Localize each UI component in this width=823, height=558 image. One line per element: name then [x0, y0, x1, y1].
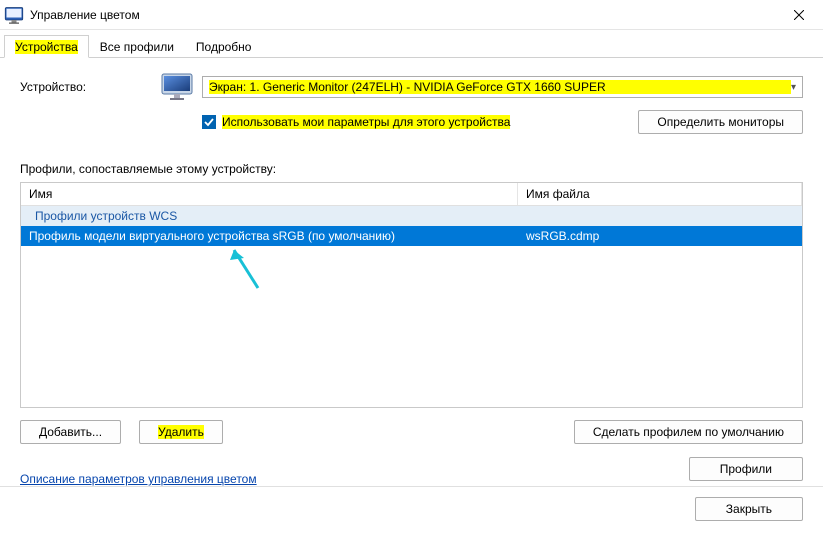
profile-file-cell: wsRGB.cdmp — [518, 226, 802, 246]
tab-all-profiles[interactable]: Все профили — [89, 35, 185, 58]
close-dialog-button[interactable]: Закрыть — [695, 497, 803, 521]
check-icon — [204, 117, 214, 127]
table-header: Имя Имя файла — [21, 183, 802, 206]
profiles-table: Имя Имя файла Профили устройств WCS Проф… — [20, 182, 803, 408]
titlebar: Управление цветом — [0, 0, 823, 30]
use-my-settings-checkbox[interactable] — [202, 115, 216, 129]
profiles-section-label: Профили, сопоставляемые этому устройству… — [20, 162, 803, 176]
content-area: Устройство: Экран: 1. Generic Monitor (2… — [0, 58, 823, 452]
table-actions-row: Добавить... Удалить Сделать профилем по … — [20, 420, 803, 444]
close-button[interactable] — [779, 0, 819, 30]
monitor-icon — [160, 72, 196, 102]
add-button[interactable]: Добавить... — [20, 420, 121, 444]
set-default-button[interactable]: Сделать профилем по умолчанию — [574, 420, 803, 444]
tab-details[interactable]: Подробно — [185, 35, 263, 58]
app-icon — [4, 5, 24, 25]
column-header-name[interactable]: Имя — [21, 183, 518, 205]
profiles-button[interactable]: Профили — [689, 457, 803, 481]
footer: Закрыть — [0, 486, 823, 531]
profile-name-cell: Профиль модели виртуального устройства s… — [21, 226, 518, 246]
settings-row: Использовать мои параметры для этого уст… — [20, 110, 803, 134]
use-my-settings-row: Использовать мои параметры для этого уст… — [202, 115, 510, 129]
description-link[interactable]: Описание параметров управления цветом — [20, 472, 257, 486]
use-my-settings-label: Использовать мои параметры для этого уст… — [222, 115, 510, 129]
table-row[interactable]: Профиль модели виртуального устройства s… — [21, 226, 802, 246]
chevron-down-icon: ▾ — [791, 82, 796, 93]
identify-monitors-button[interactable]: Определить мониторы — [638, 110, 803, 134]
tab-bar: Устройства Все профили Подробно — [0, 34, 823, 58]
device-label: Устройство: — [20, 80, 160, 94]
delete-button[interactable]: Удалить — [139, 420, 223, 444]
close-icon — [794, 10, 804, 20]
profile-group-header[interactable]: Профили устройств WCS — [21, 206, 802, 226]
window-title: Управление цветом — [30, 8, 779, 22]
tab-devices[interactable]: Устройства — [4, 35, 89, 58]
device-selected-text: Экран: 1. Generic Monitor (247ELH) - NVI… — [209, 80, 791, 94]
column-header-file[interactable]: Имя файла — [518, 183, 802, 205]
device-row: Устройство: Экран: 1. Generic Monitor (2… — [20, 72, 803, 102]
bottom-section: Описание параметров управления цветом Пр… — [0, 452, 823, 486]
device-dropdown[interactable]: Экран: 1. Generic Monitor (247ELH) - NVI… — [202, 76, 803, 98]
